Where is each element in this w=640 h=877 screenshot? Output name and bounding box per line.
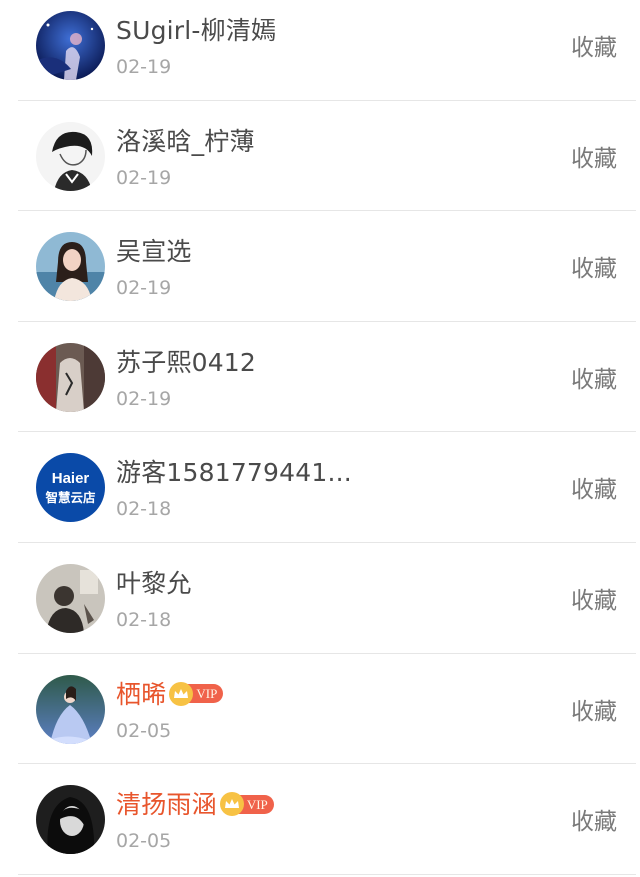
vip-badge: VIP — [219, 792, 274, 817]
collect-label: 收藏 — [571, 366, 617, 393]
avatar[interactable] — [36, 11, 105, 80]
user-name[interactable]: 苏子熙0412 — [116, 343, 256, 379]
user-name[interactable]: 洛溪晗_柠薄 — [116, 122, 255, 158]
collect-label: 收藏 — [571, 809, 617, 836]
date-text: 02-19 — [116, 277, 172, 300]
date-text: 02-19 — [116, 387, 172, 410]
user-name[interactable]: 栖晞 — [116, 675, 166, 711]
crown-icon — [219, 792, 244, 817]
date-text: 02-05 — [116, 830, 172, 853]
haier-logo-subtext: 智慧云店 — [44, 490, 96, 505]
date-text: 02-19 — [116, 56, 172, 78]
collect-label: 收藏 — [571, 698, 617, 725]
list-item[interactable]: 叶黎允 02-18 收藏 — [18, 543, 636, 654]
avatar[interactable] — [36, 342, 105, 412]
user-name[interactable]: 吴宣选 — [116, 232, 192, 268]
date-text: 02-05 — [116, 719, 172, 742]
date-text: 02-18 — [116, 498, 172, 521]
list-item[interactable]: Haier 智慧云店 游客1581779441... 02-18 收藏 — [18, 432, 636, 543]
avatar[interactable] — [36, 121, 105, 191]
avatar[interactable] — [36, 785, 105, 855]
user-name[interactable]: 游客1581779441... — [116, 453, 352, 489]
avatar[interactable] — [36, 674, 105, 744]
haier-logo-text: Haier — [52, 470, 90, 487]
user-name[interactable]: 叶黎允 — [116, 564, 192, 600]
avatar[interactable]: Haier 智慧云店 — [36, 453, 105, 523]
collector-list: SUgirl-柳清嫣 02-19 收藏 洛溪晗_柠薄 02-19 收藏 吴宣选 … — [0, 0, 640, 875]
list-item[interactable]: SUgirl-柳清嫣 02-19 收藏 — [18, 0, 636, 101]
avatar[interactable] — [36, 563, 105, 633]
collect-label: 收藏 — [571, 477, 617, 504]
date-text: 02-18 — [116, 608, 172, 631]
date-text: 02-19 — [116, 166, 172, 189]
collect-label: 收藏 — [571, 256, 617, 283]
collect-label: 收藏 — [571, 587, 617, 614]
crown-icon — [169, 681, 194, 706]
collect-label: 收藏 — [571, 35, 617, 61]
list-item[interactable]: 栖晞 VIP 02-05 收藏 — [18, 654, 636, 765]
list-item[interactable]: 清扬雨涵 VIP 02-05 收藏 — [18, 764, 636, 875]
list-item[interactable]: 洛溪晗_柠薄 02-19 收藏 — [18, 101, 636, 212]
avatar[interactable] — [36, 232, 105, 302]
list-item[interactable]: 吴宣选 02-19 收藏 — [18, 211, 636, 322]
vip-badge: VIP — [169, 681, 224, 706]
collect-label: 收藏 — [571, 145, 617, 172]
user-name[interactable]: SUgirl-柳清嫣 — [116, 11, 276, 47]
user-name[interactable]: 清扬雨涵 — [116, 785, 217, 821]
list-item[interactable]: 苏子熙0412 02-19 收藏 — [18, 322, 636, 433]
